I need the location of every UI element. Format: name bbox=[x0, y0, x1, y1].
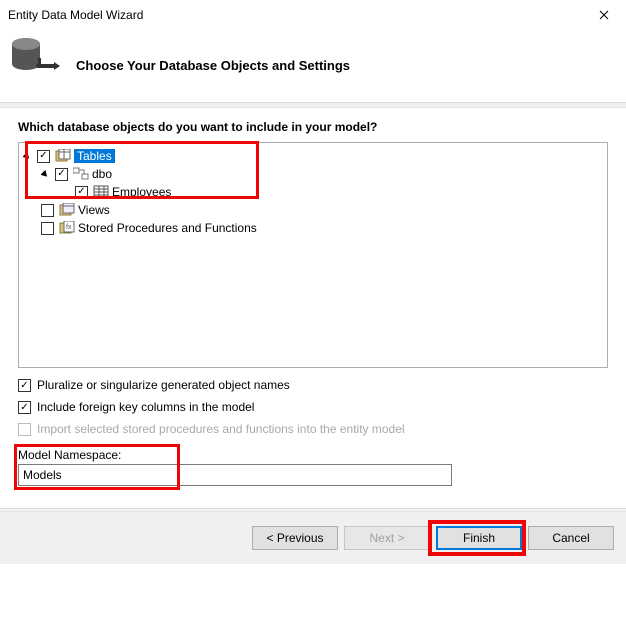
finish-button[interactable]: Finish bbox=[436, 526, 522, 550]
content-area: Which database objects do you want to in… bbox=[0, 108, 626, 374]
previous-button[interactable]: < Previous bbox=[252, 526, 338, 550]
option-import-sprocs: Import selected stored procedures and fu… bbox=[18, 418, 608, 440]
wizard-heading: Choose Your Database Objects and Setting… bbox=[76, 48, 350, 73]
option-pluralize-label: Pluralize or singularize generated objec… bbox=[37, 378, 290, 392]
checkbox-sprocs[interactable] bbox=[41, 222, 54, 235]
expander-icon[interactable] bbox=[21, 150, 33, 162]
tree-node-tables[interactable]: Tables bbox=[21, 147, 605, 165]
next-button: Next > bbox=[344, 526, 430, 550]
footer-buttons: < Previous Next > Finish Cancel bbox=[0, 512, 626, 564]
sprocs-icon: fx bbox=[59, 221, 75, 235]
options-area: Pluralize or singularize generated objec… bbox=[0, 374, 626, 440]
wizard-header: Choose Your Database Objects and Setting… bbox=[0, 30, 626, 98]
tree-node-views[interactable]: Views bbox=[21, 201, 605, 219]
tree-label-dbo: dbo bbox=[92, 167, 112, 181]
checkbox-pluralize[interactable] bbox=[18, 379, 31, 392]
checkbox-foreign-keys[interactable] bbox=[18, 401, 31, 414]
tree-node-sprocs[interactable]: fx Stored Procedures and Functions bbox=[21, 219, 605, 237]
objects-tree[interactable]: Tables dbo Employees bbox=[18, 142, 608, 368]
window-title: Entity Data Model Wizard bbox=[8, 8, 584, 22]
titlebar: Entity Data Model Wizard bbox=[0, 0, 626, 30]
option-import-sprocs-label: Import selected stored procedures and fu… bbox=[37, 422, 405, 436]
tree-node-employees[interactable]: Employees bbox=[21, 183, 605, 201]
views-icon bbox=[59, 203, 75, 217]
close-icon bbox=[599, 10, 609, 20]
schema-icon bbox=[73, 167, 89, 181]
tree-label-sprocs: Stored Procedures and Functions bbox=[78, 221, 257, 235]
close-button[interactable] bbox=[584, 1, 624, 29]
tree-label-employees: Employees bbox=[112, 185, 171, 199]
option-pluralize[interactable]: Pluralize or singularize generated objec… bbox=[18, 374, 608, 396]
checkbox-import-sprocs bbox=[18, 423, 31, 436]
option-foreign-keys-label: Include foreign key columns in the model bbox=[37, 400, 254, 414]
question-label: Which database objects do you want to in… bbox=[18, 120, 608, 134]
checkbox-dbo[interactable] bbox=[55, 168, 68, 181]
tree-node-dbo[interactable]: dbo bbox=[21, 165, 605, 183]
namespace-area: Model Namespace: bbox=[0, 440, 626, 486]
tables-icon bbox=[55, 149, 71, 163]
expander-icon[interactable] bbox=[39, 168, 51, 180]
svg-text:fx: fx bbox=[66, 224, 72, 231]
tree-label-views: Views bbox=[78, 203, 110, 217]
namespace-input[interactable] bbox=[18, 464, 452, 486]
cancel-button[interactable]: Cancel bbox=[528, 526, 614, 550]
checkbox-tables[interactable] bbox=[37, 150, 50, 163]
option-foreign-keys[interactable]: Include foreign key columns in the model bbox=[18, 396, 608, 418]
database-icon bbox=[10, 36, 58, 84]
table-icon bbox=[93, 185, 109, 199]
checkbox-views[interactable] bbox=[41, 204, 54, 217]
tree-label-tables: Tables bbox=[74, 149, 115, 163]
namespace-label: Model Namespace: bbox=[18, 448, 608, 462]
checkbox-employees[interactable] bbox=[75, 186, 88, 199]
